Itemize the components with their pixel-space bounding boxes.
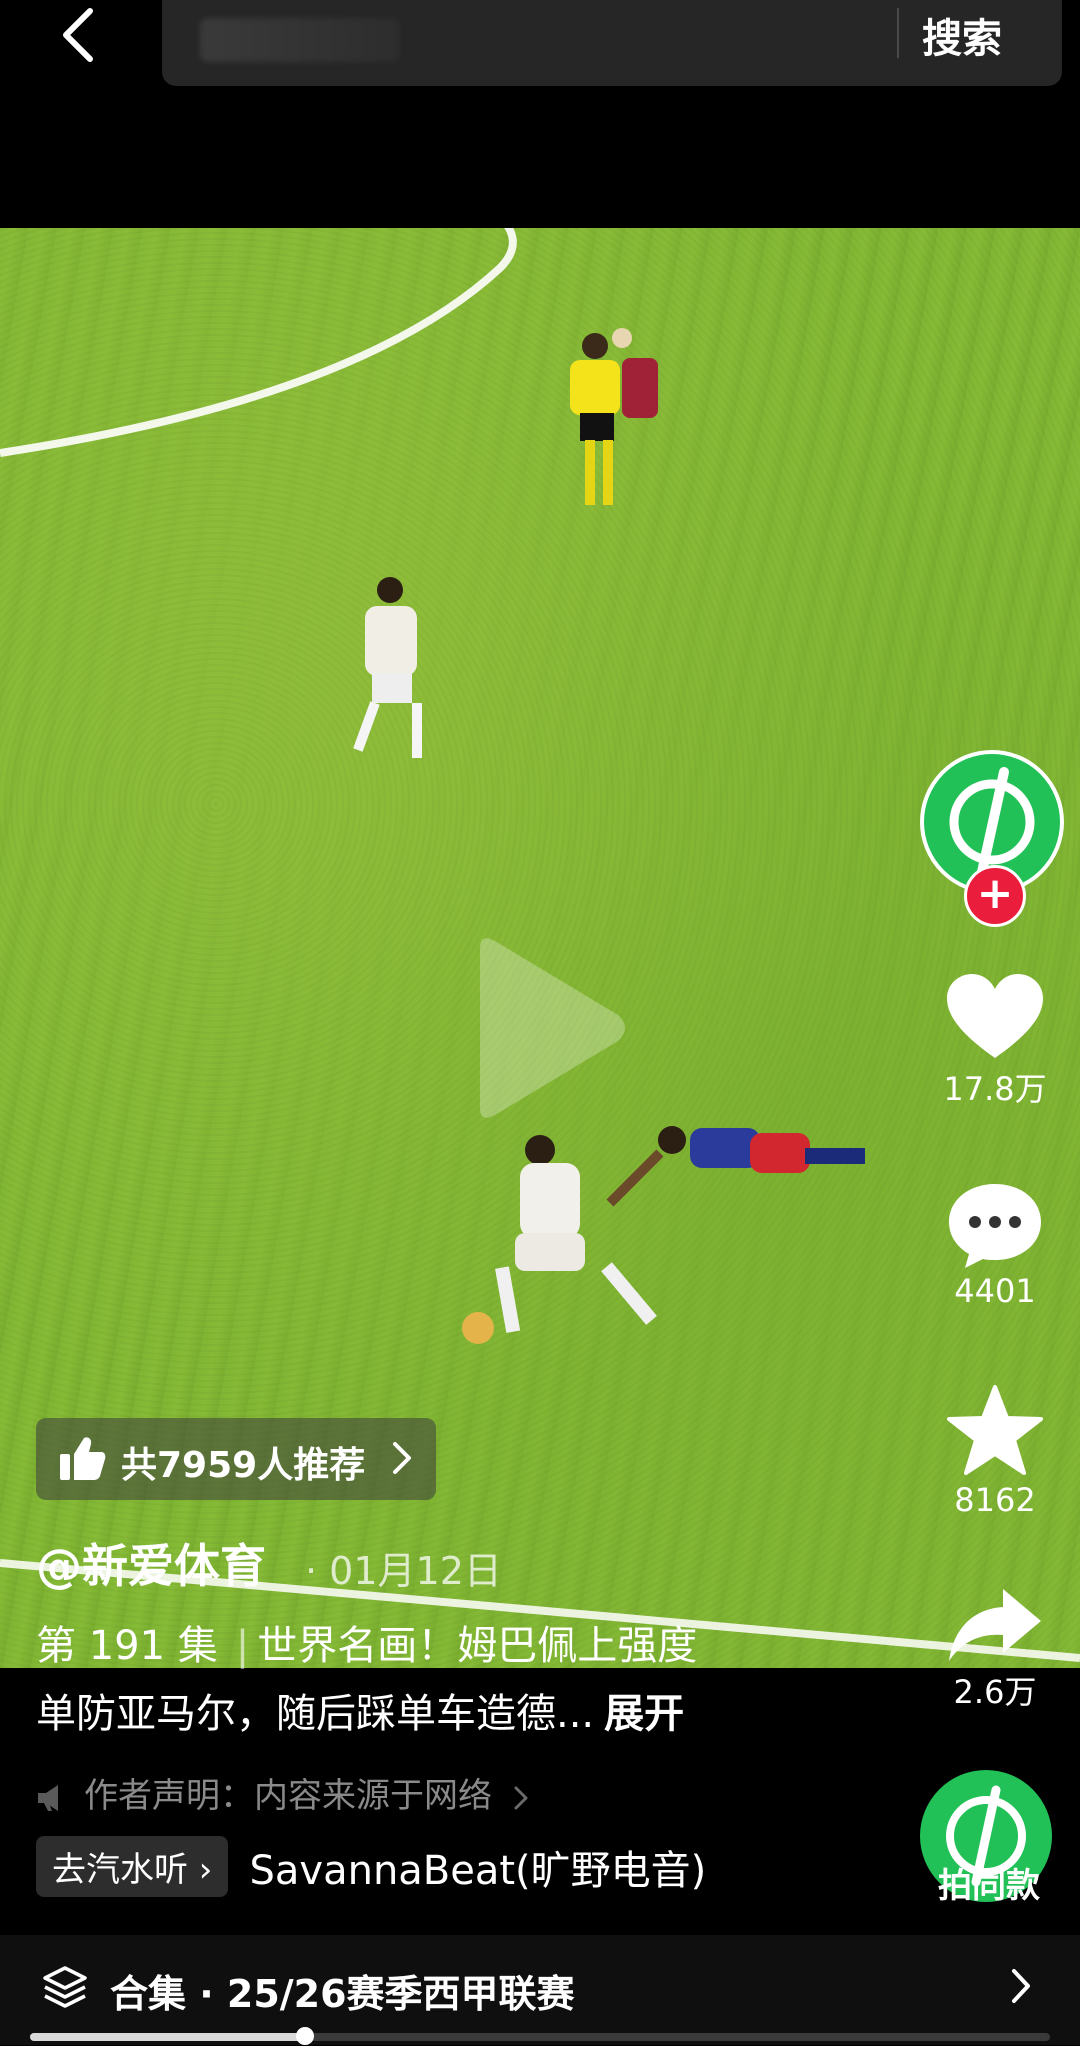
author-avatar[interactable]: + [920, 750, 1064, 927]
chevron-right-icon [393, 1442, 411, 1474]
search-button[interactable]: 搜索 [922, 6, 1002, 64]
top-bar: 搜索 [0, 0, 1080, 90]
heart-icon [947, 974, 1043, 1058]
comment-bubble-icon [949, 1184, 1041, 1268]
chevron-right-icon [514, 1786, 528, 1809]
music-title[interactable]: SavannaBeat(旷野电音) [250, 1838, 707, 1896]
desc-line-1: 世界名画！姆巴佩上强度 [257, 1623, 698, 1669]
author-statement[interactable]: 作者声明：内容来源于网络 [36, 1768, 529, 1817]
progress-fill [30, 2033, 306, 2041]
thumbs-up-icon [60, 1437, 106, 1480]
search-input[interactable] [202, 18, 1026, 70]
like-count: 17.8万 [943, 1070, 1047, 1108]
player-white-2 [462, 1135, 657, 1344]
player-red-blue-fallen [606, 1126, 865, 1207]
music-row[interactable]: 去汽水听 › SavannaBeat(旷野电音) [36, 1836, 707, 1897]
favorite-button[interactable]: 8162 [910, 1383, 1080, 1519]
desc-line-2: 单防亚马尔，随后踩单车造德... [36, 1691, 595, 1737]
follow-button[interactable]: + [964, 865, 1026, 927]
like-button[interactable]: 17.8万 [910, 972, 1080, 1110]
expand-button[interactable]: 展开 [604, 1691, 684, 1737]
layers-icon [43, 1966, 87, 2008]
favorite-count: 8162 [954, 1481, 1036, 1519]
author-name[interactable]: @新爱体育 [36, 1530, 266, 1596]
video-description[interactable]: 第 191 集 | 世界名画！姆巴佩上强度 单防亚马尔，随后踩单车造德... 展开 [36, 1612, 796, 1748]
share-count: 2.6万 [953, 1673, 1037, 1711]
episode-number: 第 191 集 [36, 1623, 218, 1669]
search-box[interactable]: 搜索 [162, 0, 1062, 86]
search-divider [897, 8, 899, 58]
play-icon[interactable] [460, 933, 630, 1123]
chevron-right-icon [1012, 1969, 1030, 2003]
same-style-label: 拍同款 [938, 1866, 1040, 1906]
share-button[interactable]: 2.6万 [910, 1585, 1080, 1713]
star-icon [947, 1385, 1043, 1475]
post-date: · 01月12日 [305, 1549, 502, 1593]
recommend-pill[interactable]: 共7959人推荐 [36, 1418, 436, 1500]
referee-figure [570, 328, 658, 505]
chevron-left-icon [63, 8, 93, 62]
comment-count: 4401 [954, 1272, 1036, 1310]
collection-bar[interactable]: 合集 · 25/26赛季西甲联赛 [0, 1935, 1080, 2045]
share-arrow-icon [949, 1589, 1041, 1661]
player-white-1 [353, 577, 422, 758]
recommend-count: 共7959人推荐 [121, 1445, 366, 1486]
listen-on-qishui-button[interactable]: 去汽水听 › [36, 1836, 229, 1897]
megaphone-icon [38, 1784, 58, 1811]
divider: | [235, 1623, 250, 1669]
collection-label: 合集 · 25/26赛季西甲联赛 [110, 1972, 575, 2016]
statement-text: 作者声明：内容来源于网络 [84, 1776, 492, 1816]
back-button[interactable] [50, 5, 110, 65]
comment-button[interactable]: 4401 [910, 1180, 1080, 1310]
same-style-button[interactable]: 拍同款 [920, 1770, 1056, 1906]
